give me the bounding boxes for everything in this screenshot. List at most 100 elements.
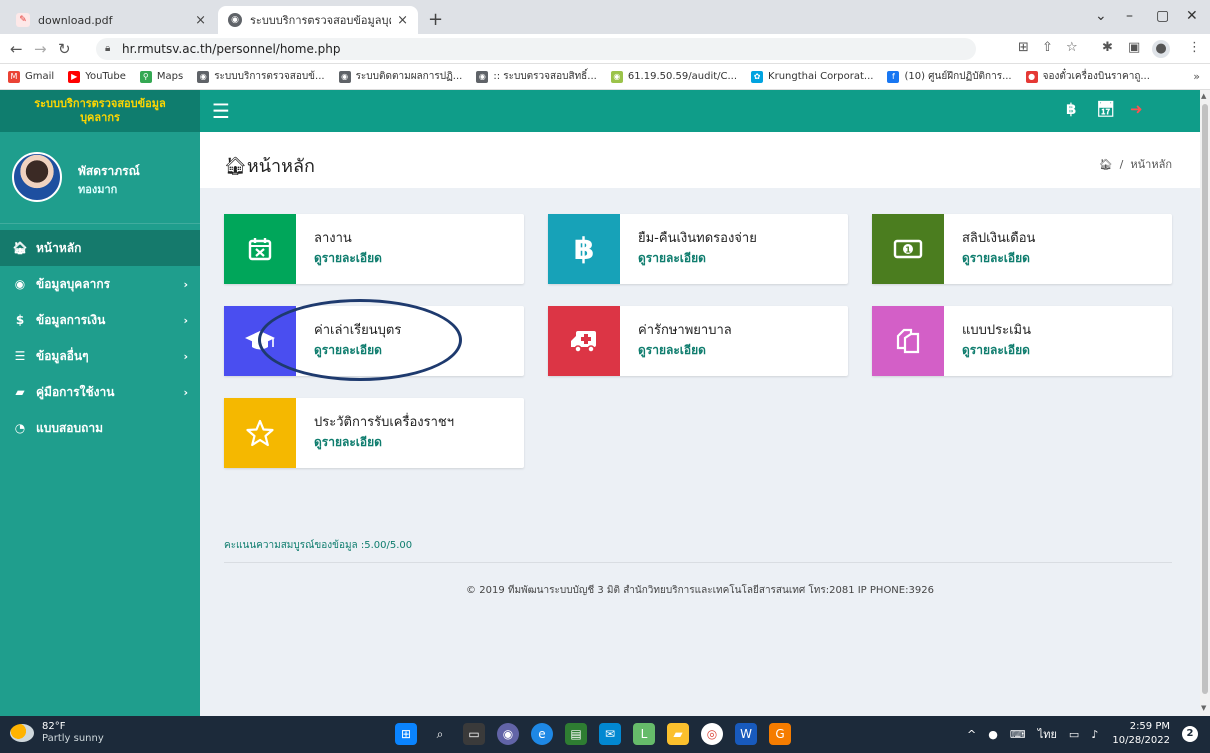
sidebar-item-1[interactable]: ◉ ข้อมูลบุคลากร › [0, 266, 200, 302]
dashboard-card[interactable]: ค่ารักษาพยาบาล ดูรายละเอียด [548, 306, 848, 376]
share-icon[interactable]: ⇧ [1042, 40, 1053, 55]
page-scrollbar[interactable]: ▲ ▼ [1200, 90, 1210, 716]
bookmark-item[interactable]: ◉ ระบบติดตามผลการปฏิ... [338, 69, 462, 84]
dashboard-card[interactable]: แบบประเมิน ดูรายละเอียด [872, 306, 1172, 376]
bookmark-label: ระบบบริการตรวจสอบข้... [214, 71, 325, 82]
tab-title: download.pdf [38, 13, 113, 27]
reload-icon[interactable]: ↻ [58, 40, 71, 58]
file-explorer-icon[interactable]: ▰ [667, 723, 689, 745]
sidebar-item-5[interactable]: ◔ แบบสอบถาม [0, 410, 200, 446]
task-view-icon[interactable]: ▭ [463, 723, 485, 745]
new-tab-button[interactable]: + [428, 9, 443, 30]
minimize-button[interactable]: – [1126, 8, 1133, 24]
search-icon[interactable]: ⌕ [429, 723, 451, 745]
notification-badge[interactable]: 2 [1182, 726, 1198, 742]
language-indicator[interactable]: ไทย [1038, 725, 1057, 743]
scroll-down-icon[interactable]: ▼ [1201, 704, 1206, 712]
teams-chat-icon[interactable]: ◉ [497, 723, 519, 745]
edge-icon[interactable]: e [531, 723, 553, 745]
url-text: hr.rmutsv.ac.th/personnel/home.php [122, 42, 341, 56]
bookmark-item[interactable]: f (10) ศูนย์ฝึกปฏิบัติการ... [887, 69, 1012, 84]
translate-icon[interactable]: ⊞ [1018, 40, 1029, 55]
tray-chevron-icon[interactable]: ^ [967, 728, 976, 741]
dollar-icon: $ [15, 313, 25, 327]
browser-tab-bar: ✎ download.pdf × ◉ ระบบบริการตรวจสอบข้อม… [0, 0, 1210, 34]
bookmarks-overflow-icon[interactable]: » [1193, 70, 1200, 83]
home-icon[interactable]: 🏠︎ [1099, 158, 1113, 171]
tab-title: ระบบบริการตรวจสอบข้อมูลบุคลากร [250, 14, 391, 27]
globe-icon: ◉ [338, 70, 351, 83]
word-icon[interactable]: W [735, 723, 757, 745]
brand-logo[interactable]: ระบบบริการตรวจสอบข้อมูล บุคลากร [0, 90, 200, 132]
money-icon: 1 [872, 214, 944, 284]
windows-start-icon[interactable]: ⊞ [395, 723, 417, 745]
dashboard-card[interactable]: ประวัติการรับเครื่องราชฯดูรายละเอียด [224, 398, 524, 468]
chevron-right-icon: › [183, 313, 188, 327]
extensions-icon[interactable]: ✱ [1102, 40, 1113, 55]
keyboard-icon[interactable]: ⌨ [1010, 728, 1026, 741]
app-g-icon[interactable]: G [769, 723, 791, 745]
card-detail-link[interactable]: ดูรายละเอียด [638, 341, 706, 360]
tab-close-icon[interactable]: × [397, 13, 408, 28]
chrome-icon[interactable]: ◎ [701, 723, 723, 745]
bookmark-item[interactable]: ⚲ Maps [139, 70, 183, 83]
pie-icon: ◔ [14, 421, 26, 435]
sidebar-item-2[interactable]: $ ข้อมูลการเงิน › [0, 302, 200, 338]
bookmark-label: 61.19.50.59/audit/C... [627, 71, 738, 82]
dashboard-card[interactable]: ฿ ยืม-คืนเงินทดรองจ่าย ดูรายละเอียด [548, 214, 848, 284]
close-window-button[interactable]: ✕ [1186, 8, 1198, 24]
sidebar-item-label: แบบสอบถาม [36, 420, 104, 435]
bookmark-item[interactable]: M Gmail [8, 70, 54, 83]
bookmark-item[interactable]: ◉:: ระบบตรวจสอบสิทธิ์... [476, 69, 597, 84]
maximize-button[interactable]: ▢ [1156, 8, 1169, 24]
dashboard-card[interactable]: 1 สลิปเงินเดือน ดูรายละเอียด [872, 214, 1172, 284]
user-panel: พัสดราภรณ์ ทองมาก [0, 132, 200, 224]
baht-icon[interactable]: ฿ [1066, 100, 1076, 118]
home-icon: 🏠︎ [224, 156, 247, 177]
bookmark-item[interactable]: ● จองตั๋วเครื่องบินราคาถู... [1025, 69, 1150, 84]
sidebar-item-4[interactable]: ▰ คู่มือการใช้งาน › [0, 374, 200, 410]
calendar-icon[interactable]: 📅︎ [1096, 100, 1115, 118]
forward-arrow-icon[interactable]: → [34, 40, 47, 58]
tab-search-icon[interactable]: ⌄ [1095, 8, 1107, 24]
back-arrow-icon[interactable]: ← [10, 40, 23, 58]
bookmark-item[interactable]: ◉ ระบบบริการตรวจสอบข้... [197, 69, 325, 84]
gmail-icon: M [8, 70, 20, 83]
tab-download-pdf[interactable]: ✎ download.pdf × [6, 6, 216, 34]
mail-icon[interactable]: ✉ [599, 723, 621, 745]
logout-icon[interactable]: ➜ [1130, 100, 1143, 118]
line-app-icon[interactable]: L [633, 723, 655, 745]
card-detail-link[interactable]: ดูรายละเอียด [962, 249, 1030, 268]
bookmark-star-icon[interactable]: ☆ [1066, 40, 1078, 55]
volume-icon[interactable]: ♪ [1091, 728, 1098, 741]
card-title: ประวัติการรับเครื่องราชฯ [314, 415, 455, 430]
airline-icon: ● [1025, 70, 1038, 83]
store-icon[interactable]: ▤ [565, 723, 587, 745]
bookmark-item[interactable]: ◉ 61.19.50.59/audit/C... [610, 70, 738, 83]
card-detail-link[interactable]: ดูรายละเอียด [314, 433, 382, 452]
tray-app-icon[interactable]: ● [988, 728, 998, 741]
url-input[interactable]: 🔒︎ hr.rmutsv.ac.th/personnel/home.php [96, 38, 976, 60]
web-app: ระบบบริการตรวจสอบข้อมูล บุคลากร พัสดราภร… [0, 90, 1200, 716]
scroll-up-icon[interactable]: ▲ [1201, 92, 1206, 100]
card-detail-link[interactable]: ดูรายละเอียด [314, 249, 382, 268]
bookmark-item[interactable]: ▶ YouTube [68, 70, 126, 83]
network-icon[interactable]: ▭ [1069, 728, 1079, 741]
tab-close-icon[interactable]: × [195, 13, 206, 28]
star-icon [224, 398, 296, 468]
bookmark-item[interactable]: ✿ Krungthai Corporat... [751, 70, 873, 83]
dashboard-card[interactable]: ลางาน ดูรายละเอียด [224, 214, 524, 284]
more-menu-icon[interactable]: ⋮ [1188, 40, 1201, 55]
tab-personnel[interactable]: ◉ ระบบบริการตรวจสอบข้อมูลบุคลากร × [218, 6, 418, 34]
hamburger-menu-icon[interactable]: ☰ [212, 99, 230, 123]
side-panel-icon[interactable]: ▣ [1128, 40, 1140, 55]
profile-icon[interactable]: ● [1152, 40, 1170, 58]
sidebar-item-3[interactable]: ☰ ข้อมูลอื่นๆ › [0, 338, 200, 374]
scroll-thumb[interactable] [1202, 104, 1208, 694]
clock[interactable]: 2:59 PM 10/28/2022 [1112, 720, 1170, 748]
krungthai-icon: ✿ [751, 70, 764, 83]
weather-widget[interactable]: 82°F Partly sunny [10, 721, 104, 745]
card-detail-link[interactable]: ดูรายละเอียด [962, 341, 1030, 360]
card-detail-link[interactable]: ดูรายละเอียด [638, 249, 706, 268]
sidebar-item-0[interactable]: 🏠︎ หน้าหลัก [0, 230, 200, 266]
